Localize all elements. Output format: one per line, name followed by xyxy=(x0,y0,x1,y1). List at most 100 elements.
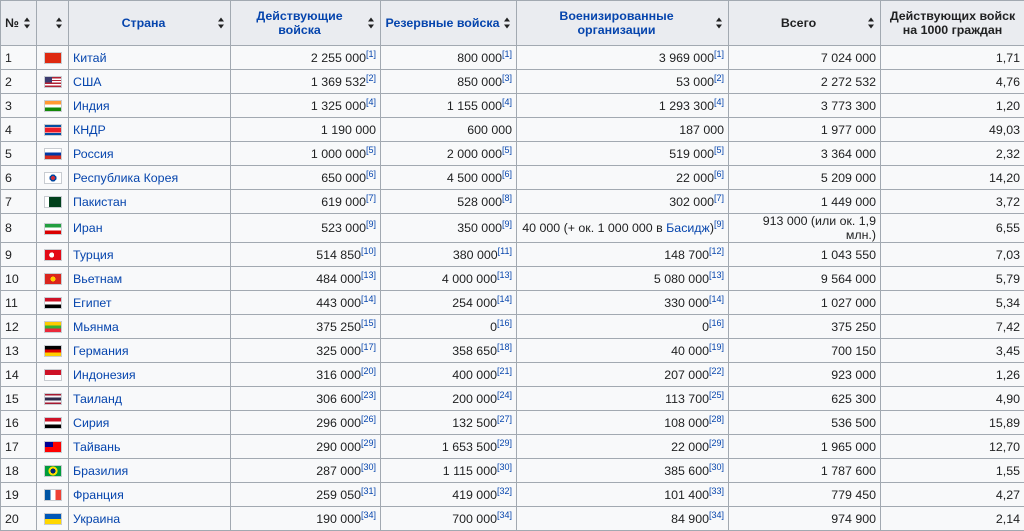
reference-link[interactable]: [13] xyxy=(361,269,376,279)
reference-link[interactable]: [12] xyxy=(709,245,724,255)
reference-link[interactable]: [11] xyxy=(498,245,512,255)
country-link[interactable]: Бразилия xyxy=(73,464,128,478)
reference-link[interactable]: [16] xyxy=(497,317,512,327)
reference-link[interactable]: [22] xyxy=(709,365,724,375)
reference-link[interactable]: [16] xyxy=(709,317,724,327)
reference-link[interactable]: [31] xyxy=(361,485,376,495)
reference-link[interactable]: [4] xyxy=(502,96,512,106)
reference-link[interactable]: [27] xyxy=(497,413,512,423)
reference-link[interactable]: [23] xyxy=(361,389,376,399)
reference-link[interactable]: [1] xyxy=(502,48,512,58)
reference-link[interactable]: [1] xyxy=(714,48,724,58)
reference-link[interactable]: [5] xyxy=(714,144,724,154)
reference-link[interactable]: [15] xyxy=(361,317,376,327)
sort-icon[interactable] xyxy=(368,18,375,29)
country-link[interactable]: Мьянма xyxy=(73,320,119,334)
reference-link[interactable]: [14] xyxy=(497,293,512,303)
reference-link[interactable]: [28] xyxy=(709,413,724,423)
col-header-per1000[interactable]: Действующих войск на 1000 граждан xyxy=(881,1,1024,46)
country-link[interactable]: Тайвань xyxy=(73,440,120,454)
reference-link[interactable]: [7] xyxy=(366,192,376,202)
reference-link[interactable]: [10] xyxy=(361,245,376,255)
france-flag-icon[interactable] xyxy=(44,489,62,501)
thailand-flag-icon[interactable] xyxy=(44,393,62,405)
reference-link[interactable]: [19] xyxy=(709,341,724,351)
sort-icon[interactable] xyxy=(56,18,63,29)
reference-link[interactable]: [4] xyxy=(366,96,376,106)
country-link[interactable]: Россия xyxy=(73,147,114,161)
reference-link[interactable]: [24] xyxy=(497,389,512,399)
reference-link[interactable]: [5] xyxy=(502,144,512,154)
reference-link[interactable]: [29] xyxy=(709,437,724,447)
country-link[interactable]: Республика Корея xyxy=(73,171,178,185)
col-header-paramilitary[interactable]: Военизированные организации xyxy=(517,1,729,46)
country-link[interactable]: Египет xyxy=(73,296,112,310)
reference-link[interactable]: [14] xyxy=(361,293,376,303)
country-link[interactable]: Сирия xyxy=(73,416,109,430)
syria-flag-icon[interactable] xyxy=(44,417,62,429)
col-header-paramilitary-label[interactable]: Военизированные организации xyxy=(559,9,673,37)
reference-link[interactable]: [26] xyxy=(361,413,376,423)
country-link[interactable]: Украина xyxy=(73,512,120,526)
reference-link[interactable]: [30] xyxy=(709,461,724,471)
germany-flag-icon[interactable] xyxy=(44,345,62,357)
reference-link[interactable]: [29] xyxy=(361,437,376,447)
basij-link[interactable]: Басидж xyxy=(666,221,710,235)
reference-link[interactable]: [32] xyxy=(497,485,512,495)
usa-flag-icon[interactable] xyxy=(44,76,62,88)
reference-link[interactable]: [4] xyxy=(714,96,724,106)
ukraine-flag-icon[interactable] xyxy=(44,513,62,525)
reference-link[interactable]: [3] xyxy=(502,72,512,82)
country-link[interactable]: Пакистан xyxy=(73,195,127,209)
dprk-flag-icon[interactable] xyxy=(44,124,62,136)
reference-link[interactable]: [13] xyxy=(497,269,512,279)
india-flag-icon[interactable] xyxy=(44,100,62,112)
vietnam-flag-icon[interactable] xyxy=(44,273,62,285)
china-flag-icon[interactable] xyxy=(44,52,62,64)
reference-link[interactable]: [2] xyxy=(714,72,724,82)
reference-link[interactable]: [21] xyxy=(497,365,512,375)
reference-link[interactable]: [20] xyxy=(361,365,376,375)
country-link[interactable]: Вьетнам xyxy=(73,272,122,286)
reference-link[interactable]: [30] xyxy=(361,461,376,471)
sort-icon[interactable] xyxy=(504,18,511,29)
country-link[interactable]: Китай xyxy=(73,51,107,65)
country-link[interactable]: Индия xyxy=(73,99,110,113)
reference-link[interactable]: [33] xyxy=(709,485,724,495)
reference-link[interactable]: [2] xyxy=(366,72,376,82)
reference-link[interactable]: [8] xyxy=(502,192,512,202)
reference-link[interactable]: [17] xyxy=(361,341,376,351)
reference-link[interactable]: [13] xyxy=(709,269,724,279)
col-header-num[interactable]: № xyxy=(1,1,37,46)
country-link[interactable]: Германия xyxy=(73,344,129,358)
country-link[interactable]: США xyxy=(73,75,102,89)
turkey-flag-icon[interactable] xyxy=(44,249,62,261)
korea-flag-icon[interactable] xyxy=(44,172,62,184)
col-header-active[interactable]: Действующие войска xyxy=(231,1,381,46)
reference-link[interactable]: [14] xyxy=(709,293,724,303)
country-link[interactable]: КНДР xyxy=(73,123,106,137)
reference-link[interactable]: [18] xyxy=(497,341,512,351)
sort-icon[interactable] xyxy=(24,18,31,29)
reference-link[interactable]: [6] xyxy=(714,168,724,178)
reference-link[interactable]: [1] xyxy=(366,48,376,58)
col-header-active-label[interactable]: Действующие войска xyxy=(256,9,342,37)
reference-link[interactable]: [34] xyxy=(709,509,724,519)
brazil-flag-icon[interactable] xyxy=(44,465,62,477)
taiwan-flag-icon[interactable] xyxy=(44,441,62,453)
sort-icon[interactable] xyxy=(716,18,723,29)
egypt-flag-icon[interactable] xyxy=(44,297,62,309)
country-link[interactable]: Турция xyxy=(73,248,114,262)
country-link[interactable]: Франция xyxy=(73,488,124,502)
russia-flag-icon[interactable] xyxy=(44,148,62,160)
sort-icon[interactable] xyxy=(218,18,225,29)
reference-link[interactable]: [34] xyxy=(361,509,376,519)
reference-link[interactable]: [6] xyxy=(502,168,512,178)
col-header-total[interactable]: Всего xyxy=(729,1,881,46)
myanmar-flag-icon[interactable] xyxy=(44,321,62,333)
reference-link[interactable]: [6] xyxy=(366,168,376,178)
pakistan-flag-icon[interactable] xyxy=(44,196,62,208)
reference-link[interactable]: [29] xyxy=(497,437,512,447)
country-link[interactable]: Иран xyxy=(73,221,103,235)
country-link[interactable]: Таиланд xyxy=(73,392,122,406)
